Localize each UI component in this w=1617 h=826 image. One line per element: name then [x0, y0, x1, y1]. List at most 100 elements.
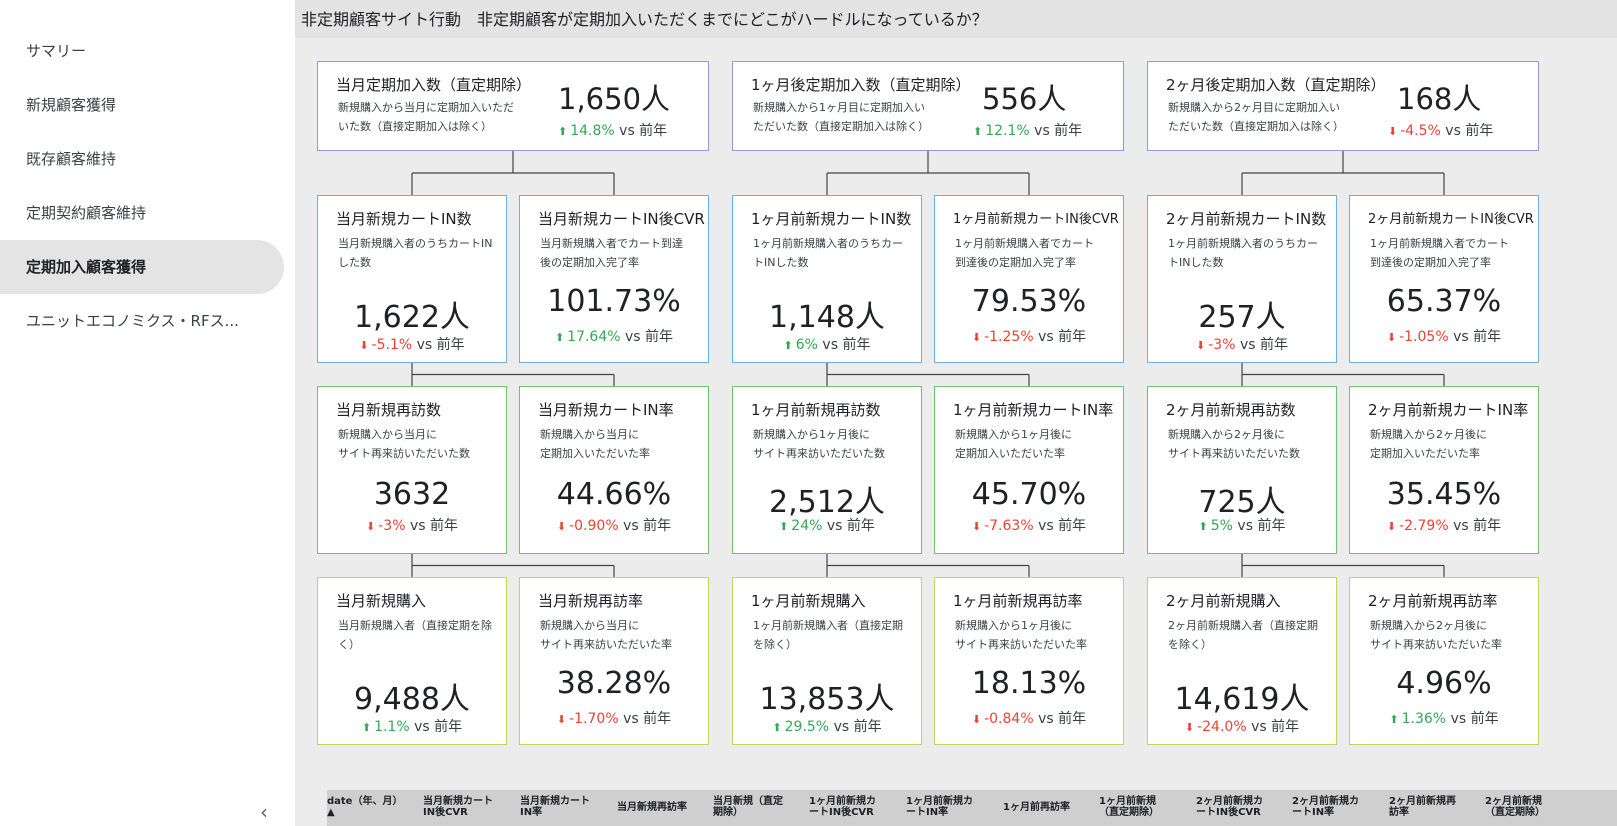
card-description-line: 新規購入から1ヶ月後に — [955, 619, 1072, 632]
card-description-line: サイト再来訪いただいた率 — [1370, 638, 1502, 651]
table-header: date（年、月） ▲ 当月新規カート IN後CVR 当月新規カート IN率 当月新規再訪率… — [327, 790, 1617, 826]
card-delta: ⬆ 6% vs 前年 — [733, 334, 921, 354]
arrow-down-icon: ⬇ — [359, 339, 369, 352]
card-delta: ⬆ 29.5% vs 前年 — [733, 716, 921, 736]
card-delta: ⬇ -0.90% vs 前年 — [520, 515, 708, 535]
card-title: 1ヶ月後定期加入数（直定期除） — [751, 76, 971, 94]
card-description-line: 当月新規購入者のうちカートIN — [338, 237, 493, 250]
delta-value: -1.05% — [1399, 329, 1449, 345]
table-column-header-line: 1ヶ月前新規 — [1099, 796, 1156, 807]
card-title: 当月新規再訪率 — [538, 592, 644, 610]
table-column-header[interactable]: 1ヶ月前再訪率 — [1003, 802, 1095, 813]
arrow-up-icon: ⬆ — [973, 125, 983, 138]
card-description-line: 新規購入から2ヶ月後に — [1168, 428, 1285, 441]
card-description-line: を除く） — [1168, 638, 1212, 651]
kpi-card: 1ヶ月前新規カートIN率新規購入から1ヶ月後に 定期加入いただいた率 45.70% ⬇… — [934, 386, 1124, 554]
delta-compare-label: vs 前年 — [1038, 518, 1087, 534]
card-value: 1,622人 — [354, 300, 470, 335]
kpi-card: 当月新規カートIN後CVR 当月新規購入者でカート到達 後の定期加入完了率 101.7… — [519, 195, 709, 363]
table-column-header[interactable]: 2ヶ月前新規カ ートIN後CVR — [1196, 796, 1288, 818]
card-description-line: 新規購入から当月に — [540, 428, 639, 441]
card-title: 1ヶ月前新規購入 — [751, 592, 866, 610]
delta-value: -4.5% — [1400, 123, 1441, 139]
sidebar-item-subscription-acquisition[interactable]: 定期加入顧客獲得 — [0, 240, 284, 294]
card-title: 1ヶ月前新規カートIN率 — [953, 401, 1114, 419]
card-delta: ⬇ -4.5% vs 前年 — [1388, 120, 1493, 140]
delta-value: -7.63% — [984, 518, 1034, 534]
table-column-header-line: （直定期除） — [1099, 807, 1159, 818]
delta-value: 1.36% — [1401, 711, 1447, 727]
delta-compare-label: vs 前年 — [1453, 329, 1502, 345]
table-column-header-line: ▲ — [327, 807, 335, 818]
table-column-header-line: 2ヶ月前新規 — [1485, 796, 1542, 807]
sidebar-item-unit-economics[interactable]: ユニットエコノミクス・RFス... — [0, 294, 284, 348]
delta-value: -1.25% — [984, 329, 1034, 345]
card-delta: ⬇ -7.63% vs 前年 — [935, 515, 1123, 535]
table-column-header-line: 2ヶ月前新規カ — [1196, 796, 1263, 807]
card-delta: ⬇ -3% vs 前年 — [318, 515, 506, 535]
card-description-line: 到達後の定期加入完了率 — [1370, 256, 1491, 269]
card-value: 45.70% — [971, 477, 1087, 512]
sidebar-item-new-customer-acquisition[interactable]: 新規顧客獲得 — [0, 78, 284, 132]
card-title: 1ヶ月前新規再訪数 — [751, 401, 881, 419]
delta-compare-label: vs 前年 — [826, 518, 875, 534]
table-column-header[interactable]: 当月新規（直定 期除） — [713, 796, 805, 818]
table-column-header[interactable]: 1ヶ月前新規 （直定期除） — [1099, 796, 1191, 818]
card-title: 2ヶ月前新規カートIN後CVR — [1368, 212, 1534, 227]
chevron-left-icon[interactable]: ‹ — [252, 800, 276, 824]
kpi-card-top: 当月定期加入数（直定期除） 新規購入から当月に定期加入いただ いた数（直接定期加入は… — [317, 61, 709, 151]
table-column-header[interactable]: 2ヶ月前新規カ ートIN率 — [1292, 796, 1384, 818]
card-value: 168人 — [1397, 82, 1482, 116]
delta-compare-label: vs 前年 — [1445, 123, 1494, 139]
card-description: 新規購入から当月に 定期加入いただいた率 — [540, 425, 650, 463]
table-column-header[interactable]: 当月新規カート IN率 — [520, 796, 612, 818]
card-description-line: トINした数 — [753, 256, 809, 269]
arrow-up-icon: ⬆ — [1389, 713, 1399, 726]
arrow-up-icon: ⬆ — [783, 339, 793, 352]
table-column-header[interactable]: 2ヶ月前新規再 訪率 — [1389, 796, 1481, 818]
sidebar-item-summary[interactable]: サマリー — [0, 24, 284, 78]
card-title: 当月新規カートIN数 — [336, 210, 472, 228]
arrow-up-icon: ⬆ — [554, 331, 565, 344]
delta-compare-label: vs 前年 — [1453, 518, 1502, 534]
card-title: 1ヶ月前新規カートIN数 — [751, 210, 912, 228]
sidebar-item-existing-customer-retention[interactable]: 既存顧客維持 — [0, 132, 284, 186]
card-title: 1ヶ月前新規カートIN後CVR — [953, 212, 1119, 227]
sidebar: サマリー 新規顧客獲得 既存顧客維持 定期契約顧客維持 定期加入顧客獲得 ユニッ… — [0, 0, 295, 826]
card-delta: ⬇ -1.70% vs 前年 — [520, 708, 708, 728]
table-column-header[interactable]: 2ヶ月前新規 （直定期除） — [1485, 796, 1577, 818]
card-description-line: 新規購入から当月に定期加入いただ — [338, 101, 514, 114]
delta-value: 17.64% — [567, 329, 621, 345]
card-description-line: 定期加入いただいた率 — [1370, 447, 1480, 460]
card-value: 4.96% — [1396, 666, 1492, 701]
card-description-line: サイト再来訪いただいた数 — [1168, 447, 1300, 460]
card-description: 1ヶ月前新規購入者でカート 到達後の定期加入完了率 — [1370, 234, 1509, 272]
card-delta: ⬇ -3% vs 前年 — [1148, 334, 1336, 354]
arrow-down-icon: ⬇ — [971, 713, 982, 726]
card-title: 1ヶ月前新規再訪率 — [953, 592, 1083, 610]
table-column-header-line: 2ヶ月前新規カ — [1292, 796, 1359, 807]
table-column-header[interactable]: 当月新規カート IN後CVR — [423, 796, 515, 818]
card-description-line: サイト再来訪いただいた数 — [338, 447, 470, 460]
card-description: 2ヶ月前新規購入者（直接定期 を除く） — [1168, 616, 1318, 654]
card-description: 新規購入から1ヶ月目に定期加入い ただいた数（直接定期加入は除く） — [753, 98, 929, 136]
arrow-down-icon: ⬇ — [366, 520, 376, 533]
table-column-header[interactable]: 1ヶ月前新規カ ートIN後CVR — [809, 796, 901, 818]
card-description: 新規購入から1ヶ月後に 定期加入いただいた率 — [955, 425, 1072, 463]
card-value: 79.53% — [971, 284, 1087, 319]
kpi-card: 当月新規カートIN数 当月新規購入者のうちカートIN した数 1,622人 ⬇ -5.1%… — [317, 195, 507, 363]
sidebar-item-subscription-retention[interactable]: 定期契約顧客維持 — [0, 186, 284, 240]
card-value: 14,619人 — [1174, 682, 1310, 717]
arrow-down-icon: ⬇ — [1386, 331, 1397, 344]
card-value: 18.13% — [971, 666, 1087, 701]
card-description-line: 新規購入から2ヶ月後に — [1370, 428, 1487, 441]
kpi-card: 2ヶ月前新規再訪率 新規購入から2ヶ月後に サイト再来訪いただいた率 4.96% ⬆ 1.… — [1349, 577, 1539, 745]
delta-value: -3% — [1208, 337, 1236, 353]
card-description-line: 当月新規購入者でカート到達 — [540, 237, 683, 250]
table-column-header[interactable]: date（年、月） ▲ — [327, 796, 419, 818]
kpi-card-top: 2ヶ月後定期加入数（直定期除） 新規購入から2ヶ月目に定期加入い ただいた数（直接定… — [1147, 61, 1539, 151]
card-title: 2ヶ月前新規購入 — [1166, 592, 1281, 610]
table-column-header[interactable]: 1ヶ月前新規カ ートIN率 — [906, 796, 998, 818]
arrow-down-icon: ⬇ — [971, 520, 982, 533]
table-column-header[interactable]: 当月新規再訪率 — [617, 802, 709, 813]
